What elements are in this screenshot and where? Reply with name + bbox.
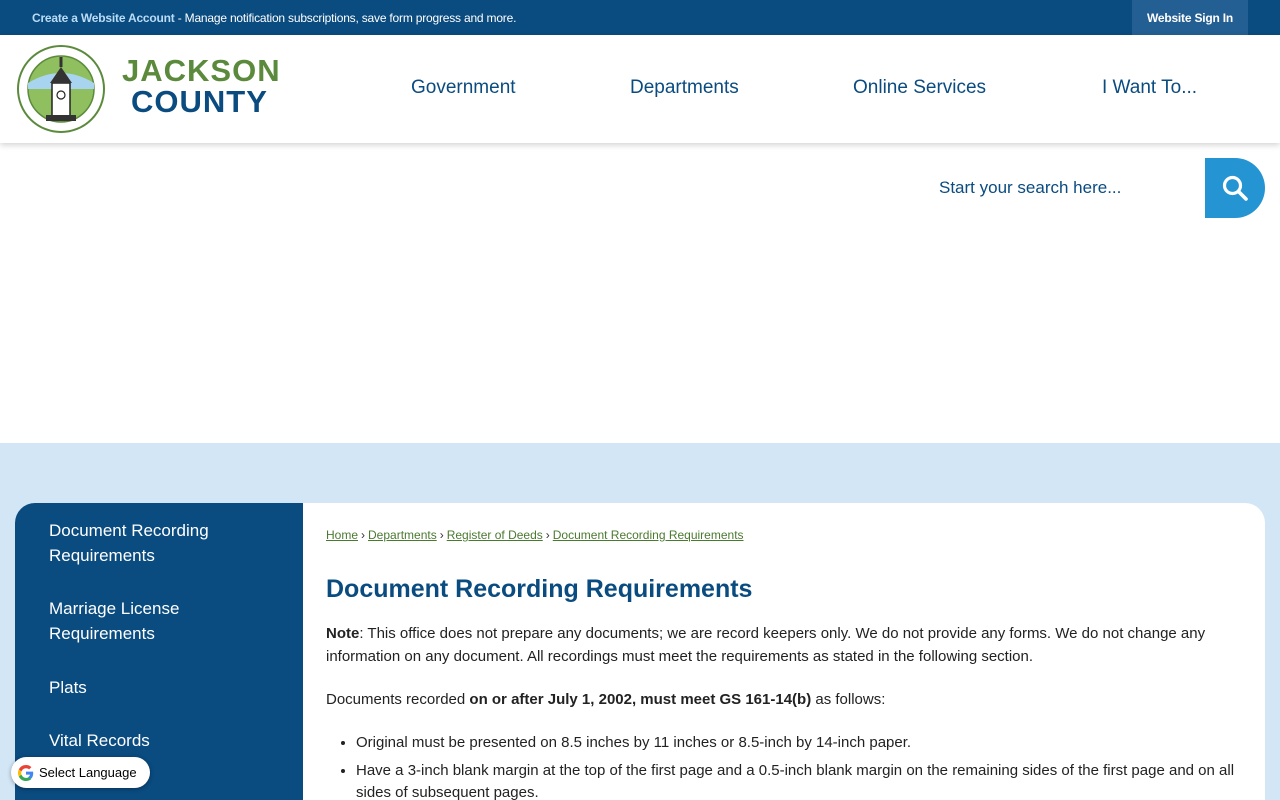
sidebar-item-marriage-license[interactable]: Marriage License Requirements xyxy=(49,596,269,646)
nav-departments[interactable]: Departments xyxy=(630,77,739,99)
county-logo-text[interactable]: JACKSON COUNTY xyxy=(122,55,282,117)
sidebar-item-vital-records[interactable]: Vital Records xyxy=(49,728,269,753)
site-header: JACKSON COUNTY Government Departments On… xyxy=(0,35,1280,143)
note-label: Note xyxy=(326,625,360,642)
nav-i-want-to[interactable]: I Want To... xyxy=(1102,77,1197,99)
breadcrumb-separator: › xyxy=(545,528,550,542)
language-select-label: Select Language xyxy=(39,765,137,780)
docs-bold: on or after July 1, 2002, must meet GS 1… xyxy=(469,691,812,708)
breadcrumb-current[interactable]: Document Recording Requirements xyxy=(553,528,744,542)
requirements-list: Original must be presented on 8.5 inches… xyxy=(356,732,1246,800)
sidebar-item-plats[interactable]: Plats xyxy=(49,675,269,700)
google-icon xyxy=(18,764,34,781)
main-content: Home › Departments › Register of Deeds › Docum… xyxy=(303,503,1265,800)
list-item: Have a 3-inch blank margin at the top of… xyxy=(356,760,1246,800)
nav-government[interactable]: Government xyxy=(411,77,516,99)
sign-in-button[interactable]: Website Sign In xyxy=(1132,0,1248,35)
breadcrumb-home[interactable]: Home xyxy=(326,528,358,542)
docs-paragraph: Documents recorded on or after July 1, 2… xyxy=(326,688,1241,711)
account-message: Create a Website Account - Manage notifi… xyxy=(32,11,516,25)
nav-online-services[interactable]: Online Services xyxy=(853,77,986,99)
top-utility-bar: Create a Website Account - Manage notifi… xyxy=(0,0,1280,35)
breadcrumb-separator: › xyxy=(361,528,366,542)
search-button[interactable] xyxy=(1205,158,1265,218)
logo-line-2: COUNTY xyxy=(131,84,268,119)
create-account-link[interactable]: Create a Website Account xyxy=(32,11,175,25)
note-paragraph: Note: This office does not prepare any d… xyxy=(326,622,1241,668)
search-input[interactable] xyxy=(925,170,1203,206)
page-title: Document Recording Requirements xyxy=(326,575,753,603)
account-message-text: - Manage notification subscriptions, sav… xyxy=(174,11,517,25)
breadcrumb-register-of-deeds[interactable]: Register of Deeds xyxy=(447,528,543,542)
docs-prefix: Documents recorded xyxy=(326,691,470,708)
breadcrumb-separator: › xyxy=(439,528,444,542)
list-item: Original must be presented on 8.5 inches… xyxy=(356,732,1246,754)
language-select[interactable]: Select Language xyxy=(11,757,150,788)
docs-suffix: as follows: xyxy=(811,691,886,708)
county-seal-icon[interactable] xyxy=(16,43,106,135)
note-text: : This office does not prepare any docum… xyxy=(326,625,1206,665)
breadcrumb: Home › Departments › Register of Deeds › Docum… xyxy=(326,528,744,542)
sidebar-nav: Document Recording Requirements Marriage… xyxy=(15,503,303,800)
breadcrumb-departments[interactable]: Departments xyxy=(368,528,437,542)
sidebar-item-document-recording[interactable]: Document Recording Requirements xyxy=(49,518,269,568)
logo-line-1: JACKSON xyxy=(122,53,281,88)
search-icon xyxy=(1222,175,1248,201)
